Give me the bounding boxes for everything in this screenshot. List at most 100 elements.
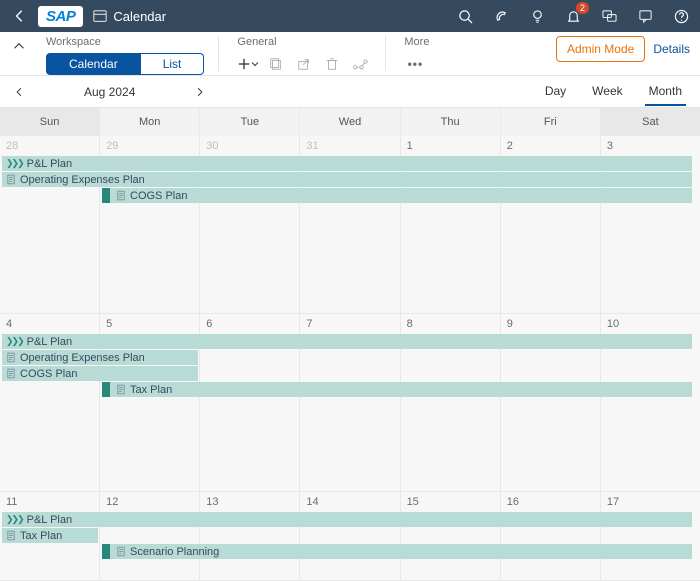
prev-month[interactable] — [14, 87, 24, 97]
shell-actions: 2 — [456, 7, 690, 25]
bell-icon[interactable]: 2 — [564, 7, 582, 25]
event-bar[interactable]: Operating Expenses Plan — [2, 172, 692, 187]
day-number: 14 — [306, 496, 393, 508]
day-header: Sun — [0, 108, 100, 136]
event-label: Scenario Planning — [130, 546, 219, 558]
event-bar[interactable]: COGS Plan — [2, 366, 198, 381]
delete-icon[interactable] — [321, 53, 343, 75]
day-number: 5 — [106, 318, 193, 330]
view-day[interactable]: Day — [541, 78, 570, 106]
document-icon — [116, 190, 126, 201]
document-icon — [6, 352, 16, 363]
day-number: 13 — [206, 496, 293, 508]
day-number: 8 — [407, 318, 494, 330]
day-header: Mon — [100, 108, 200, 136]
event-label: Tax Plan — [130, 384, 172, 396]
day-cell[interactable]: 17 — [601, 492, 700, 581]
day-number: 2 — [507, 140, 594, 152]
help-icon[interactable] — [672, 7, 690, 25]
event-bar[interactable]: ❯❯❯ P&L Plan — [2, 334, 692, 349]
day-number: 9 — [507, 318, 594, 330]
toolbar: Workspace Calendar List General — [0, 32, 700, 76]
app-title: Calendar — [93, 9, 166, 24]
day-number: 1 — [407, 140, 494, 152]
app-title-text: Calendar — [113, 9, 166, 24]
document-icon — [116, 546, 126, 557]
event-bar[interactable]: COGS Plan — [102, 188, 692, 203]
day-header: Wed — [300, 108, 400, 136]
view-segmented: Calendar List — [46, 53, 204, 75]
day-cell[interactable]: 16 — [501, 492, 601, 581]
copilot-icon[interactable] — [492, 7, 510, 25]
day-number: 11 — [6, 496, 93, 508]
general-label: General — [237, 36, 371, 48]
day-cell[interactable]: 13 — [200, 492, 300, 581]
event-label: Operating Expenses Plan — [20, 174, 145, 186]
event-bar[interactable]: Scenario Planning — [102, 544, 692, 559]
chevrons-icon: ❯❯❯ — [6, 514, 23, 525]
link-icon[interactable] — [349, 53, 371, 75]
event-bar[interactable]: ❯❯❯ P&L Plan — [2, 156, 692, 171]
day-header-row: SunMonTueWedThuFriSat — [0, 108, 700, 136]
copy-icon[interactable] — [265, 53, 287, 75]
event-start-marker — [102, 544, 110, 559]
overflow-icon[interactable]: ••• — [404, 53, 426, 75]
event-bar[interactable]: Tax Plan — [102, 382, 692, 397]
event-label: Operating Expenses Plan — [20, 352, 145, 364]
event-start-marker — [102, 382, 110, 397]
day-number: 15 — [407, 496, 494, 508]
calendar: SunMonTueWedThuFriSat 28293031123❯❯❯P&L … — [0, 108, 700, 581]
next-month[interactable] — [195, 87, 205, 97]
event-bar[interactable]: Tax Plan — [2, 528, 98, 543]
day-header: Fri — [501, 108, 601, 136]
back-button[interactable] — [10, 6, 30, 26]
day-header: Tue — [200, 108, 300, 136]
chevron-down-icon — [251, 60, 259, 68]
chevrons-icon: ❯❯❯ — [6, 336, 23, 347]
details-link[interactable]: Details — [653, 42, 690, 56]
day-number: 4 — [6, 318, 93, 330]
current-month[interactable]: Aug 2024 — [84, 85, 135, 99]
collapse-toggle[interactable] — [10, 36, 28, 52]
workspace-group: Workspace Calendar List — [46, 36, 219, 71]
document-icon — [6, 174, 16, 185]
day-number: 30 — [206, 140, 293, 152]
more-group: More ••• — [404, 36, 443, 71]
add-button[interactable] — [237, 53, 259, 75]
more-label: More — [404, 36, 429, 48]
day-cell[interactable]: 12 — [100, 492, 200, 581]
view-switch: Day Week Month — [541, 78, 686, 106]
day-number: 10 — [607, 318, 694, 330]
document-icon — [6, 530, 16, 541]
seg-list[interactable]: List — [141, 53, 205, 75]
share-icon[interactable] — [293, 53, 315, 75]
event-label: COGS Plan — [20, 368, 77, 380]
day-header: Sat — [601, 108, 700, 136]
comment-icon[interactable] — [636, 7, 654, 25]
week-row: 28293031123❯❯❯P&L PlanOperating Expenses… — [0, 136, 700, 314]
search-icon[interactable] — [456, 7, 474, 25]
document-icon — [6, 368, 16, 379]
seg-calendar[interactable]: Calendar — [46, 53, 141, 75]
day-number: 17 — [607, 496, 694, 508]
day-number: 12 — [106, 496, 193, 508]
event-bar[interactable]: Operating Expenses Plan — [2, 350, 198, 365]
day-cell[interactable]: 14 — [300, 492, 400, 581]
view-month[interactable]: Month — [645, 78, 686, 106]
bulb-icon[interactable] — [528, 7, 546, 25]
day-number: 29 — [106, 140, 193, 152]
admin-mode-button[interactable]: Admin Mode — [556, 36, 645, 62]
event-label: P&L Plan — [27, 158, 72, 170]
discuss-icon[interactable] — [600, 7, 618, 25]
event-label: COGS Plan — [130, 190, 187, 202]
toolbar-right: Admin Mode Details — [556, 36, 690, 62]
view-week[interactable]: Week — [588, 78, 626, 106]
day-number: 28 — [6, 140, 93, 152]
chevrons-icon: ❯❯❯ — [6, 158, 23, 169]
day-number: 6 — [206, 318, 293, 330]
document-icon — [116, 384, 126, 395]
event-label: P&L Plan — [27, 336, 72, 348]
event-bar[interactable]: ❯❯❯P&L Plan — [2, 512, 692, 527]
day-cell[interactable]: 15 — [401, 492, 501, 581]
day-number: 3 — [607, 140, 694, 152]
